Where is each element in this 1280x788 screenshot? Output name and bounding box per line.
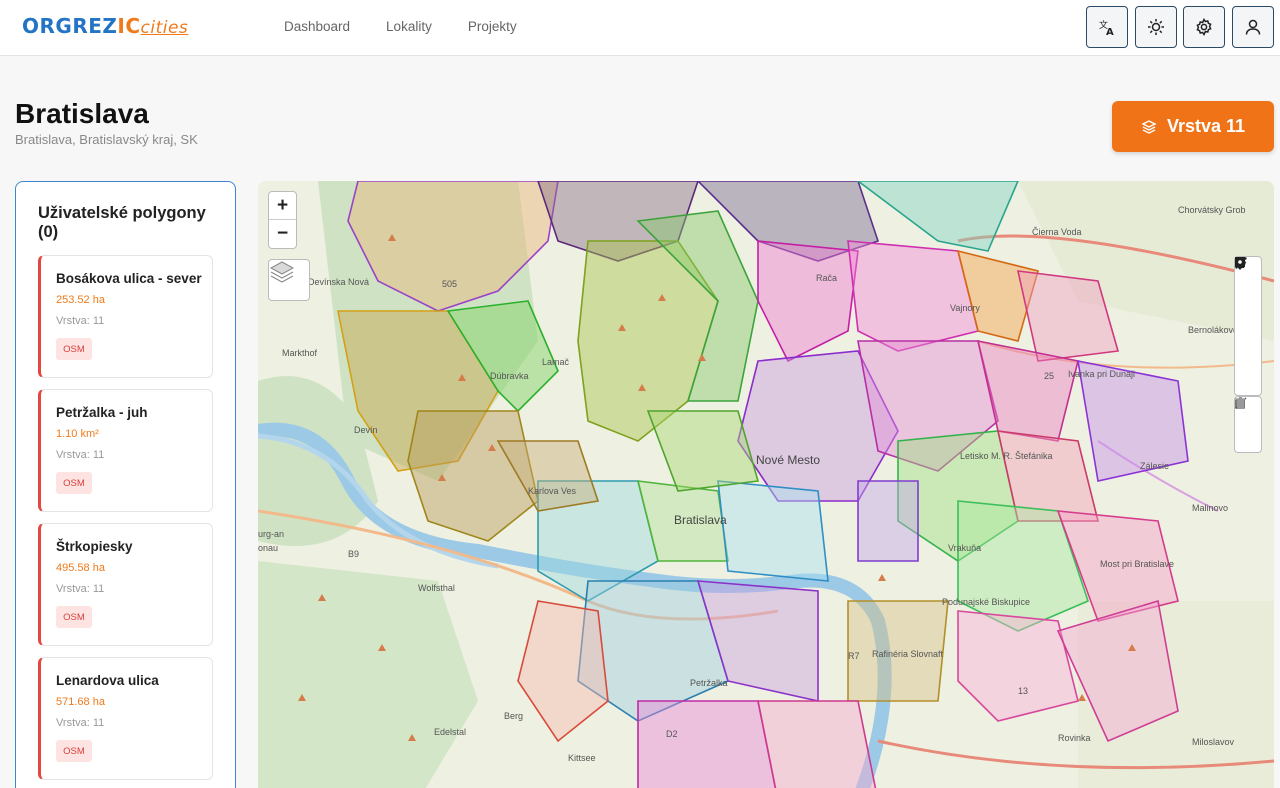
road-label-r7: R7 xyxy=(848,651,860,661)
map-label-lamac: Lamač xyxy=(542,357,570,367)
map-label-malinovo: Malinovo xyxy=(1192,503,1229,513)
source-badge: OSM xyxy=(56,740,92,762)
draw-marker-button[interactable] xyxy=(1235,257,1261,395)
nav-dashboard[interactable]: Dashboard xyxy=(284,19,350,34)
map-label-bratislava: Bratislava xyxy=(674,513,727,527)
polygon-name: Lenardova ulica xyxy=(56,673,159,688)
user-button[interactable] xyxy=(1232,6,1274,48)
draw-toolbar xyxy=(1234,256,1262,396)
road-label-d2: D2 xyxy=(666,729,678,739)
polygon-sidebar: Uživatelské polygony (0) Bosákova ulica … xyxy=(15,181,236,788)
polygon-area: 1.10 km² xyxy=(56,428,99,440)
polygon-card[interactable]: Petržalka - juh 1.10 km² Vrstva: 11 OSM xyxy=(38,389,213,512)
source-badge: OSM xyxy=(56,338,92,360)
polygon-area: 571.68 ha xyxy=(56,696,105,708)
nav-lokality[interactable]: Lokality xyxy=(386,19,432,34)
map-view[interactable]: Bratislava Nové Mesto Karlova Ves Dúbrav… xyxy=(258,181,1274,788)
nav-projekty[interactable]: Projekty xyxy=(468,19,517,34)
map-label-wolfsthal: Wolfsthal xyxy=(418,583,455,593)
map-layers-button[interactable] xyxy=(268,259,310,301)
source-badge: OSM xyxy=(56,606,92,628)
sun-icon xyxy=(1148,19,1164,35)
polygon-area: 253.52 ha xyxy=(56,294,105,306)
polygon-card[interactable]: Lenardova ulica 571.68 ha Vrstva: 11 OSM xyxy=(38,657,213,780)
top-bar: ORGREZICcities Dashboard Lokality Projek… xyxy=(0,0,1280,56)
polygon-card[interactable]: Bosákova ulica - sever 253.52 ha Vrstva:… xyxy=(38,255,213,378)
map-label-letisko: Letisko M. R. Štefánika xyxy=(960,451,1053,461)
layers-icon xyxy=(1141,119,1157,134)
draw-rectangle-button[interactable] xyxy=(1235,257,1261,340)
draw-polygon-button[interactable] xyxy=(1235,258,1261,313)
map-label-kittsee: Kittsee xyxy=(568,753,596,763)
theme-toggle-button[interactable] xyxy=(1135,6,1177,48)
source-badge: OSM xyxy=(56,472,92,494)
delete-layers-button[interactable] xyxy=(1235,397,1261,453)
polygon-layer: Vrstva: 11 xyxy=(56,717,105,729)
layer-button[interactable]: Vrstva 11 xyxy=(1112,101,1274,152)
polygon-name: Bosákova ulica - sever xyxy=(56,271,202,286)
map-label-zalesie: Zálesie xyxy=(1140,461,1170,471)
map-label-nove-mesto: Nové Mesto xyxy=(756,453,821,467)
polygon-area: 495.58 ha xyxy=(56,562,105,574)
gear-icon xyxy=(1196,18,1212,36)
translate-button[interactable]: 文A xyxy=(1086,6,1128,48)
layer-button-label: Vrstva 11 xyxy=(1166,116,1246,136)
map-label-burg: urg-an xyxy=(258,529,285,539)
map-label-dubravka: Dúbravka xyxy=(490,371,529,381)
svg-text:A: A xyxy=(1106,27,1114,36)
map-label-chorvatsky: Chorvátsky Grob xyxy=(1178,205,1246,215)
map-label-petrzalka: Petržalka xyxy=(690,678,728,688)
user-icon xyxy=(1245,19,1261,35)
map-label-karlova-ves: Karlova Ves xyxy=(528,486,577,496)
road-label-25: 25 xyxy=(1044,371,1055,381)
map-label-raca: Rača xyxy=(816,273,838,283)
polygon-layer: Vrstva: 11 xyxy=(56,583,105,595)
zoom-out-button[interactable]: − xyxy=(269,220,296,248)
polygon-layer: Vrstva: 11 xyxy=(56,449,105,461)
edit-toolbar xyxy=(1234,396,1262,453)
map-label-berg: Berg xyxy=(504,711,524,721)
road-label-b9: B9 xyxy=(348,549,360,559)
map-label-vajnory: Vajnory xyxy=(950,303,980,313)
map-label-markthof: Markthof xyxy=(282,348,318,358)
settings-button[interactable] xyxy=(1183,6,1225,48)
map-label-podunajske: Podunajské Biskupice xyxy=(942,597,1031,607)
polygon-layer: Vrstva: 11 xyxy=(56,315,105,327)
zoom-in-button[interactable]: + xyxy=(269,192,296,220)
app-logo[interactable]: ORGREZICcities xyxy=(22,14,188,38)
page-subtitle: Bratislava, Bratislavský kraj, SK xyxy=(15,132,198,147)
marker-icon xyxy=(1235,257,1245,270)
map-label-most: Most pri Bratislave xyxy=(1100,559,1175,569)
map-label-donau: onau xyxy=(258,543,279,553)
polygon-name: Štrkopiesky xyxy=(56,539,133,554)
map-label-vrakuna: Vrakuňa xyxy=(948,543,982,553)
map-label-rovinka: Rovinka xyxy=(1058,733,1091,743)
draw-circle-button[interactable] xyxy=(1235,257,1261,368)
polygon-name: Petržalka - juh xyxy=(56,405,148,420)
layers-stack-icon xyxy=(269,261,295,283)
map-label-ivanka: Ivanka pri Dunaji xyxy=(1068,369,1136,379)
polygon-card[interactable]: Štrkopiesky 495.58 ha Vrstva: 11 OSM xyxy=(38,523,213,646)
main-nav: Dashboard Lokality Projekty xyxy=(284,19,517,34)
zoom-control: + − xyxy=(268,191,297,249)
map-label-bernolakovo: Bernolákovo xyxy=(1188,325,1239,335)
trash-icon xyxy=(1235,397,1246,409)
sidebar-title: Uživatelské polygony (0) xyxy=(38,204,206,241)
translate-icon: 文A xyxy=(1099,19,1114,36)
map-label-rafineria: Rafinéria Slovnaft xyxy=(872,649,944,659)
map-label-devin: Devín xyxy=(354,425,378,435)
map-label-edelstal: Edelstal xyxy=(434,727,467,737)
map-label-cierna-voda: Čierna Voda xyxy=(1032,227,1082,237)
map-label-devinska: Devínska Nová xyxy=(308,277,370,287)
map-canvas[interactable] xyxy=(258,181,1274,788)
page-title: Bratislava xyxy=(15,98,149,129)
road-label-505: 505 xyxy=(442,279,458,289)
road-label-13: 13 xyxy=(1018,686,1029,696)
map-label-miloslavov: Miloslavov xyxy=(1192,737,1235,747)
